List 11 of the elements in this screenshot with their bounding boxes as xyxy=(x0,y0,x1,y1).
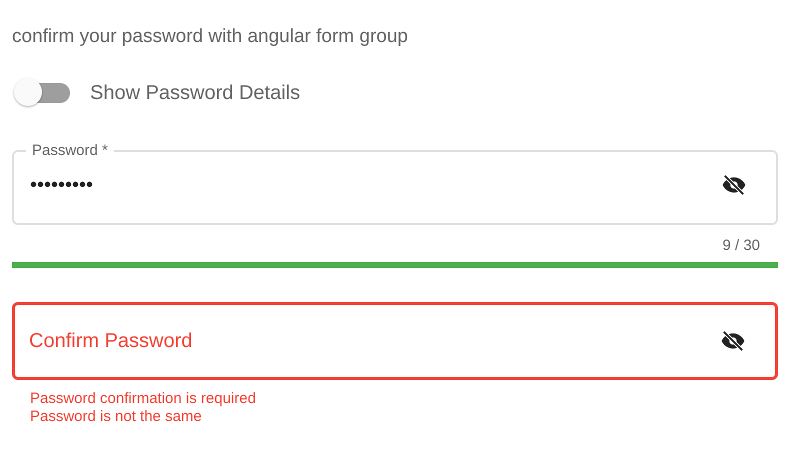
toggle-label: Show Password Details xyxy=(90,82,300,104)
error-message: Password confirmation is required xyxy=(30,390,257,408)
confirm-password-field[interactable]: Confirm Password xyxy=(12,302,778,380)
error-message: Password is not the same xyxy=(30,408,203,426)
password-input[interactable]: ••••••••• xyxy=(30,171,718,199)
password-field[interactable]: Password * ••••••••• xyxy=(12,142,778,225)
page-heading: confirm your password with angular form group xyxy=(12,26,410,49)
character-counter: 9 / 30 xyxy=(722,237,760,254)
field-label: Password * xyxy=(31,142,109,159)
confirm-password-input[interactable]: Confirm Password xyxy=(29,327,717,355)
toggle-switch[interactable] xyxy=(14,78,72,108)
